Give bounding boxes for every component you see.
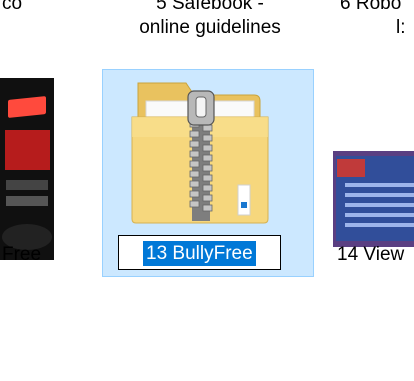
item-label-left[interactable]: Free — [2, 244, 41, 266]
thumbnail-decoration — [6, 180, 48, 190]
item-label-line-1: 5 Safebook - — [156, 0, 264, 14]
thumbnail-decoration — [345, 213, 414, 217]
item-label-previous-left[interactable]: co — [2, 0, 22, 16]
thumbnail-decoration — [345, 183, 414, 187]
thumbnail-decoration — [8, 96, 46, 118]
item-label-line-1: 6 Robo — [340, 0, 402, 14]
thumbnail-decoration — [337, 159, 365, 177]
thumbnail-decoration — [345, 203, 414, 207]
item-label-text: co — [2, 0, 23, 14]
item-label-right[interactable]: 14 View — [337, 244, 404, 266]
rename-selected-text[interactable]: 13 BullyFree — [143, 241, 256, 266]
thumbnail-decoration — [6, 196, 48, 206]
item-label-safebook[interactable]: 5 Safebook - online guidelines — [100, 0, 320, 40]
item-label-line-2: online guidelines — [139, 17, 281, 38]
thumbnail-decoration — [5, 130, 50, 170]
thumbnail-decoration — [345, 193, 414, 197]
item-label-robo[interactable]: 6 Robo l: — [340, 0, 406, 40]
thumbnail-decoration — [345, 223, 414, 227]
item-label-line-2: l: — [396, 17, 406, 38]
file-thumbnail-left[interactable] — [0, 78, 54, 260]
file-thumbnail-right[interactable] — [333, 151, 414, 247]
zip-folder-icon — [131, 82, 269, 224]
